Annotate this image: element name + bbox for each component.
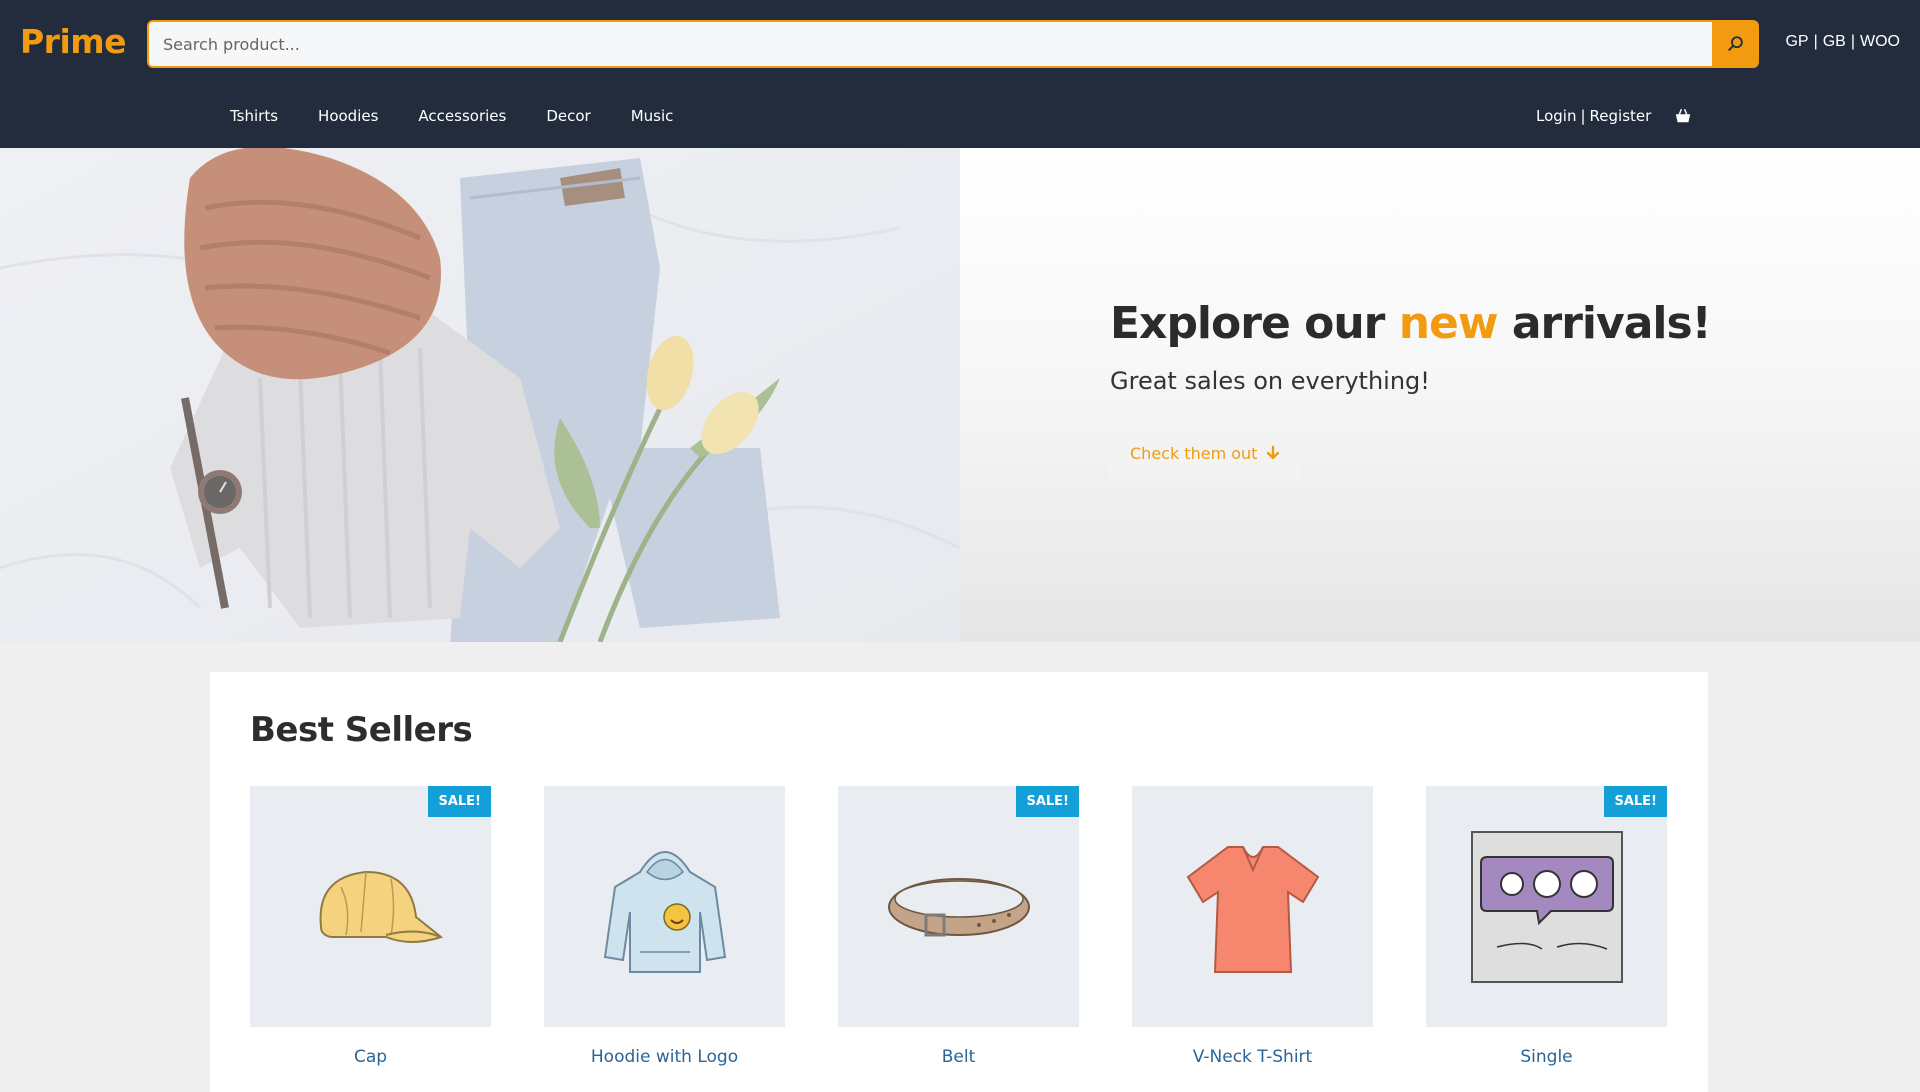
best-sellers-section: Best Sellers SALE! Cap Hoodie with Logo … (210, 672, 1708, 1092)
hero-title-end: arrivals! (1497, 298, 1712, 349)
locale-switcher: GP | GB | WOO (1785, 33, 1900, 51)
nav-item-accessories[interactable]: Accessories (418, 107, 506, 125)
account-separator: | (1580, 107, 1586, 125)
hero-title-accent: new (1398, 298, 1499, 349)
product-card: SALE! Single (1426, 786, 1667, 1067)
locale-gp[interactable]: GP (1785, 33, 1808, 51)
arrow-down-icon (1267, 445, 1280, 460)
hoodie-icon (603, 850, 726, 973)
product-card: V-Neck T-Shirt (1132, 786, 1373, 1067)
search-button[interactable] (1712, 20, 1759, 68)
product-card: SALE! Cap (250, 786, 491, 1067)
hero-title: Explore our new arrivals! (1110, 298, 1712, 349)
sale-badge: SALE! (428, 786, 491, 817)
nav-item-decor[interactable]: Decor (546, 107, 590, 125)
woo-single-icon (1470, 830, 1623, 983)
locale-separator: | (1813, 33, 1818, 50)
site-header: Prime GP | GB | WOO Tshirts Hoodies Acce… (0, 0, 1920, 148)
product-name[interactable]: V-Neck T-Shirt (1132, 1047, 1373, 1067)
product-card: SALE! Belt (838, 786, 1079, 1067)
hero-subtitle: Great sales on everything! (1110, 367, 1430, 395)
locale-gb[interactable]: GB (1823, 33, 1846, 51)
product-name[interactable]: Single (1426, 1047, 1667, 1067)
nav-item-tshirts[interactable]: Tshirts (230, 107, 278, 125)
product-image[interactable]: SALE! (838, 786, 1079, 1027)
product-image[interactable] (544, 786, 785, 1027)
search-icon (1727, 36, 1743, 51)
search-input[interactable] (147, 20, 1712, 68)
hero-title-start: Explore our (1110, 298, 1399, 349)
section-title: Best Sellers (250, 710, 473, 750)
main-nav: Tshirts Hoodies Accessories Decor Music (230, 107, 673, 125)
hero-image (0, 148, 960, 642)
product-image[interactable] (1132, 786, 1373, 1027)
product-name[interactable]: Hoodie with Logo (544, 1047, 785, 1067)
product-image[interactable]: SALE! (250, 786, 491, 1027)
sale-badge: SALE! (1016, 786, 1079, 817)
login-link[interactable]: Login (1536, 107, 1576, 125)
locale-woo[interactable]: WOO (1860, 33, 1900, 51)
cta-label: Check them out (1130, 443, 1258, 463)
product-grid: SALE! Cap Hoodie with Logo SALE! Belt V-… (250, 786, 1667, 1067)
nav-item-hoodies[interactable]: Hoodies (318, 107, 378, 125)
tshirt-icon (1186, 845, 1319, 973)
product-name[interactable]: Cap (250, 1047, 491, 1067)
check-them-out-button[interactable]: Check them out (1110, 427, 1302, 479)
site-logo[interactable]: Prime (20, 22, 127, 61)
account-links: Login | Register (1536, 107, 1651, 125)
sale-badge: SALE! (1604, 786, 1667, 817)
product-image[interactable]: SALE! (1426, 786, 1667, 1027)
product-card: Hoodie with Logo (544, 786, 785, 1067)
nav-item-music[interactable]: Music (631, 107, 674, 125)
hero-text: Explore our new arrivals! Great sales on… (1110, 298, 1712, 479)
search-bar (147, 20, 1759, 68)
locale-separator: | (1850, 33, 1855, 50)
product-name[interactable]: Belt (838, 1047, 1079, 1067)
register-link[interactable]: Register (1590, 107, 1652, 125)
cap-icon (319, 870, 443, 943)
cart-icon[interactable] (1674, 107, 1692, 125)
hero-banner: Explore our new arrivals! Great sales on… (0, 148, 1920, 642)
belt-icon (887, 877, 1030, 936)
